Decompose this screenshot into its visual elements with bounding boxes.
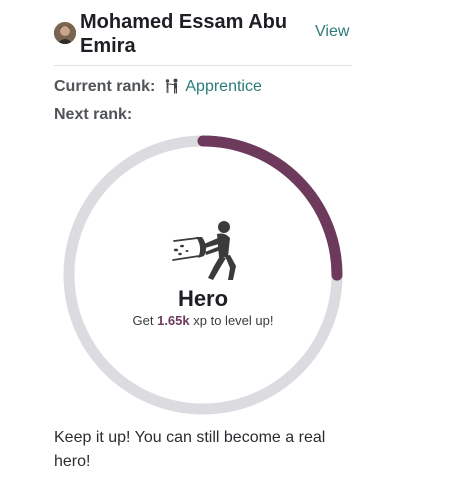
profile-header: Mohamed Essam Abu Emira View bbox=[54, 8, 352, 64]
rank-card: Mohamed Essam Abu Emira View Current ran… bbox=[0, 0, 458, 478]
apprentice-rank-icon bbox=[164, 78, 180, 100]
view-profile-link[interactable]: View bbox=[315, 23, 349, 41]
encouragement-message: Keep it up! You can still become a real … bbox=[54, 429, 326, 470]
user-name: Mohamed Essam Abu Emira bbox=[80, 11, 288, 57]
current-rank-row: Current rank: Apprentice bbox=[54, 77, 262, 100]
next-rank-row: Next rank: bbox=[54, 105, 132, 125]
current-rank-link[interactable]: Apprentice bbox=[185, 78, 262, 95]
header-divider bbox=[54, 65, 352, 66]
rank-progress-ring bbox=[63, 135, 343, 415]
user-avatar[interactable] bbox=[54, 22, 76, 44]
next-rank-label: Next rank: bbox=[54, 106, 133, 123]
current-rank-label: Current rank: bbox=[54, 78, 156, 95]
